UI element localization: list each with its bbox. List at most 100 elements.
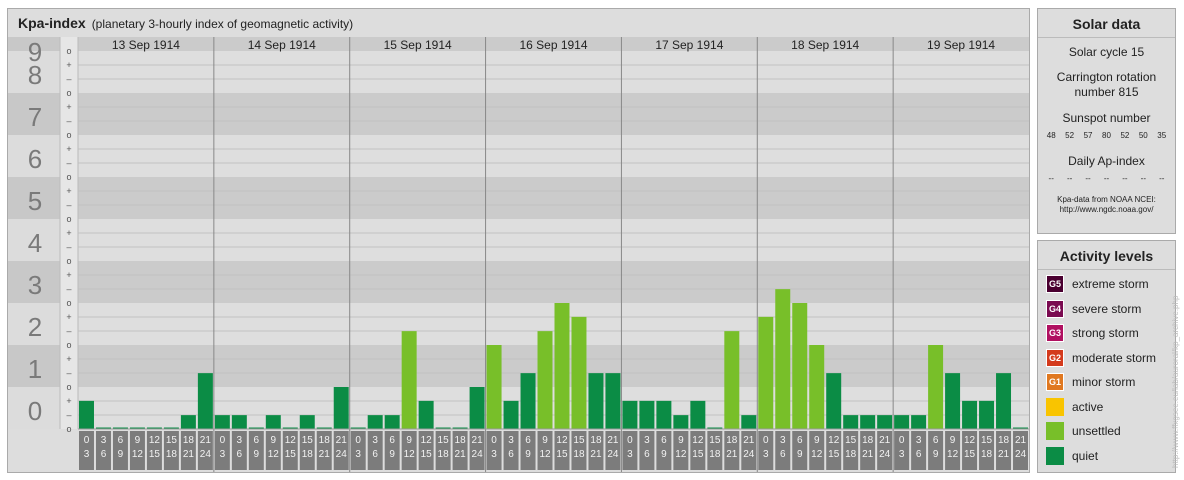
- kp-bar: [537, 331, 553, 429]
- ap-index-title: Daily Ap-index: [1068, 154, 1145, 168]
- hour-start-label: 9: [542, 435, 548, 446]
- hour-start-label: 15: [438, 435, 450, 446]
- sunspot-value: 52: [1120, 131, 1130, 140]
- legend-item: G5 extreme storm: [1046, 274, 1149, 294]
- third-mark-label: –: [66, 116, 71, 126]
- hour-start-label: 6: [525, 435, 531, 446]
- hour-end-label: 21: [319, 449, 331, 460]
- level-band: [78, 219, 1029, 261]
- third-mark-label: o: [66, 46, 71, 56]
- solar-data-panel: Solar data Solar cycle 15 Carrington rot…: [1037, 8, 1176, 234]
- kp-bar: [367, 415, 383, 429]
- third-mark-label: –: [66, 368, 71, 378]
- hour-end-label: 9: [525, 449, 531, 460]
- archive-url-watermark: http://www.ffxgsee.eu/lab/auroral/kp_arc…: [1171, 295, 1180, 468]
- y-tick-label: 9: [28, 37, 42, 67]
- hour-end-label: 24: [879, 449, 891, 460]
- g1-badge: G1: [1046, 373, 1064, 391]
- hour-start-label: 0: [627, 435, 633, 446]
- hour-end-label: 12: [811, 449, 823, 460]
- kpa-chart: 0123456789o–+o–+o–+o–+o–+o–+o–+o–+o–+o 13…: [8, 37, 1029, 472]
- hour-end-label: 12: [947, 449, 959, 460]
- hour-end-label: 12: [539, 449, 551, 460]
- kp-bar: [180, 415, 196, 429]
- hour-start-label: 12: [556, 435, 568, 446]
- hour-end-label: 9: [254, 449, 260, 460]
- kp-bar: [571, 316, 587, 429]
- legend-label: minor storm: [1072, 375, 1136, 389]
- third-mark-label: –: [66, 200, 71, 210]
- day-label: 19 Sep 1914: [927, 38, 995, 52]
- hour-end-label: 6: [372, 449, 378, 460]
- data-credit: Kpa-data from NOAA NCEI: http://www.ngdc…: [1038, 195, 1175, 215]
- hour-end-label: 15: [149, 449, 161, 460]
- hour-end-label: 12: [404, 449, 416, 460]
- credit-line2: http://www.ngdc.noaa.gov/: [1059, 205, 1154, 214]
- hour-end-label: 24: [200, 449, 212, 460]
- legend-label: strong storm: [1072, 326, 1139, 340]
- third-mark-label: –: [66, 326, 71, 336]
- ap-index-value: --: [1159, 174, 1165, 183]
- legend-item: active: [1046, 397, 1103, 417]
- hour-start-label: 9: [135, 435, 141, 446]
- carrington-line2: number 815: [1074, 85, 1139, 99]
- third-mark-label: +: [66, 60, 71, 70]
- hour-end-label: 18: [845, 449, 857, 460]
- hour-end-label: 3: [355, 449, 361, 460]
- hour-start-label: 6: [797, 435, 803, 446]
- hour-end-label: 18: [981, 449, 993, 460]
- day-label: 16 Sep 1914: [519, 38, 587, 52]
- third-mark-label: –: [66, 242, 71, 252]
- ap-index-row: -- -- -- -- -- -- --: [1038, 174, 1175, 183]
- third-mark-label: +: [66, 228, 71, 238]
- third-mark-label: +: [66, 102, 71, 112]
- hour-end-label: 15: [692, 449, 704, 460]
- sunspot-value: 80: [1102, 131, 1111, 140]
- hour-end-label: 21: [590, 449, 602, 460]
- hour-end-label: 3: [491, 449, 497, 460]
- ap-index-value: --: [1122, 174, 1128, 183]
- hour-end-label: 15: [285, 449, 297, 460]
- level-band: [78, 261, 1029, 303]
- day-label: 18 Sep 1914: [791, 38, 859, 52]
- hour-end-label: 24: [607, 449, 619, 460]
- kp-bar: [724, 331, 740, 429]
- y-tick-label: 2: [28, 312, 42, 342]
- hour-start-label: 3: [508, 435, 514, 446]
- hour-start-label: 12: [692, 435, 704, 446]
- third-mark-label: o: [66, 214, 71, 224]
- legend-item: G3 strong storm: [1046, 323, 1139, 343]
- y-tick-label: 7: [28, 102, 42, 132]
- hour-start-label: 12: [828, 435, 840, 446]
- kp-bar: [758, 316, 774, 429]
- kp-bar: [639, 400, 655, 429]
- hour-start-label: 9: [271, 435, 277, 446]
- hour-start-label: 12: [149, 435, 161, 446]
- hour-end-label: 12: [268, 449, 280, 460]
- hour-start-label: 12: [421, 435, 433, 446]
- carrington-line1: Carrington rotation: [1056, 70, 1157, 84]
- hour-end-label: 6: [101, 449, 107, 460]
- kpa-chart-panel: Kpa-index (planetary 3-hourly index of ge…: [7, 8, 1030, 473]
- kp-bar: [928, 345, 944, 429]
- hour-end-label: 24: [336, 449, 348, 460]
- kp-bar: [962, 400, 978, 429]
- hour-start-label: 15: [981, 435, 993, 446]
- level-band: [78, 177, 1029, 219]
- hour-end-label: 9: [389, 449, 395, 460]
- hour-start-label: 6: [389, 435, 395, 446]
- hour-end-label: 21: [862, 449, 874, 460]
- hour-end-label: 9: [797, 449, 803, 460]
- kp-bar: [231, 415, 247, 429]
- level-band: [78, 51, 1029, 93]
- quiet-swatch: [1046, 446, 1064, 465]
- ap-index-value: --: [1048, 174, 1054, 183]
- kp-bar: [214, 415, 230, 429]
- hour-start-label: 21: [879, 435, 891, 446]
- hour-end-label: 21: [183, 449, 195, 460]
- hour-start-label: 18: [590, 435, 602, 446]
- sunspot-value: 35: [1157, 131, 1167, 140]
- hour-start-label: 15: [845, 435, 857, 446]
- hour-start-label: 3: [101, 435, 107, 446]
- day-label: 15 Sep 1914: [384, 38, 452, 52]
